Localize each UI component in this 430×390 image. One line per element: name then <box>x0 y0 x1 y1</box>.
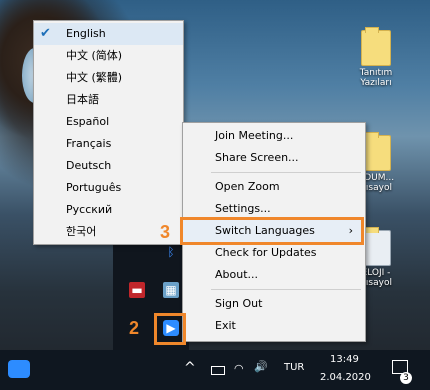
speaker-icon[interactable]: 🔊 <box>254 360 268 373</box>
zoom-taskbar-icon[interactable] <box>8 360 30 378</box>
lang-label: English <box>66 27 106 40</box>
lang-label: 中文 (繁體) <box>66 71 123 84</box>
lang-label: Français <box>66 137 112 150</box>
taskbar: ^ ◠ 🔊 TUR 13:49 2.04.2020 3 <box>0 350 430 390</box>
languages-menu: ✔ English 中文 (简体) 中文 (繁體) 日本語 Español Fr… <box>33 20 184 245</box>
clock-time[interactable]: 13:49 <box>330 354 359 365</box>
lang-japanese[interactable]: 日本語 <box>34 89 183 111</box>
notification-badge: 3 <box>400 372 412 384</box>
lang-english[interactable]: ✔ English <box>34 23 183 45</box>
input-language[interactable]: TUR <box>284 362 304 373</box>
step-number-3: 3 <box>160 222 171 242</box>
lang-spanish[interactable]: Español <box>34 111 183 133</box>
lang-label: Deutsch <box>66 159 112 172</box>
menu-label: Sign Out <box>215 297 263 310</box>
lang-label: Português <box>66 181 122 194</box>
battery-icon[interactable] <box>211 366 225 375</box>
menu-separator <box>211 172 361 173</box>
menu-label: Check for Updates <box>215 246 317 259</box>
lang-label: Español <box>66 115 110 128</box>
wifi-icon[interactable]: ◠ <box>234 362 244 375</box>
lang-portuguese[interactable]: Português <box>34 177 183 199</box>
chevron-up-icon[interactable]: ^ <box>184 360 196 376</box>
network-app-icon[interactable]: ▦ <box>163 282 179 298</box>
desktop-icon-label: Tanıtım Yazıları <box>359 68 393 88</box>
lang-label: 한국어 <box>66 225 97 238</box>
sign-out-item[interactable]: Sign Out <box>183 293 363 315</box>
menu-label: Join Meeting... <box>215 129 294 142</box>
highlight-switch-languages <box>180 217 364 245</box>
menu-label: Exit <box>215 319 236 332</box>
lang-label: 中文 (简体) <box>66 49 123 62</box>
lang-label: Русский <box>66 203 113 216</box>
share-screen-item[interactable]: Share Screen... <box>183 147 363 169</box>
highlight-zoom-icon <box>154 313 186 345</box>
lang-label: 日本語 <box>66 93 99 106</box>
check-icon: ✔ <box>40 26 51 41</box>
check-updates-item[interactable]: Check for Updates <box>183 242 363 264</box>
join-meeting-item[interactable]: Join Meeting... <box>183 125 363 147</box>
lang-chinese-simplified[interactable]: 中文 (简体) <box>34 45 183 67</box>
lang-french[interactable]: Français <box>34 133 183 155</box>
desktop-icon-tanitim[interactable]: Tanıtım Yazıları <box>346 27 406 88</box>
step-number-2: 2 <box>129 318 140 338</box>
exit-item[interactable]: Exit <box>183 315 363 337</box>
open-zoom-item[interactable]: Open Zoom <box>183 176 363 198</box>
bluetooth-icon[interactable]: ᛒ <box>163 244 179 260</box>
menu-label: Open Zoom <box>215 180 280 193</box>
folder-icon <box>361 27 391 66</box>
clock-date[interactable]: 2.04.2020 <box>320 372 371 383</box>
about-item[interactable]: About... <box>183 264 363 286</box>
menu-label: About... <box>215 268 259 281</box>
lang-german[interactable]: Deutsch <box>34 155 183 177</box>
lang-chinese-traditional[interactable]: 中文 (繁體) <box>34 67 183 89</box>
menu-label: Share Screen... <box>215 151 299 164</box>
menu-separator <box>211 289 361 290</box>
lang-russian[interactable]: Русский <box>34 199 183 221</box>
red-app-icon[interactable]: ▬ <box>129 282 145 298</box>
